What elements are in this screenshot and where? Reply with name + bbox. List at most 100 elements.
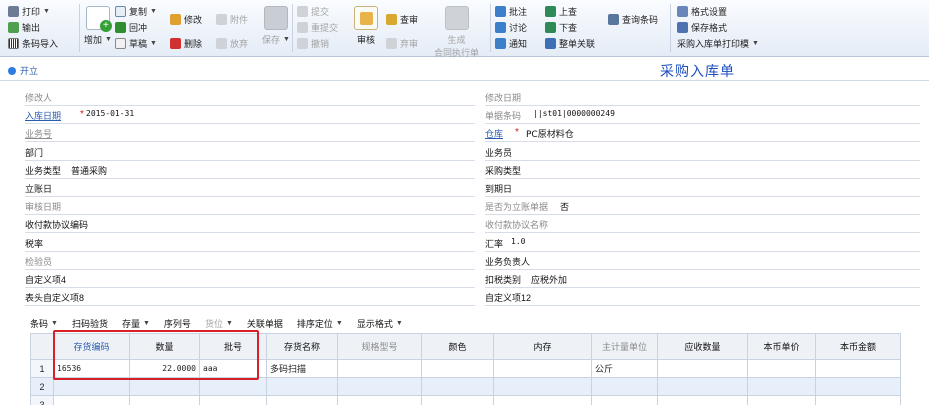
column-header-unit-price[interactable]: 本币单价 xyxy=(747,333,816,360)
grid-serial-button[interactable]: 序列号 xyxy=(164,317,191,330)
field-account-date[interactable]: 立账日 xyxy=(25,179,475,197)
field-payment-agreement-code[interactable]: 收付款协议编码 xyxy=(25,215,475,233)
attachment-button[interactable]: 附件 xyxy=(216,13,248,25)
cell-color[interactable] xyxy=(421,395,494,405)
column-header-item-name[interactable]: 存货名称 xyxy=(266,333,338,360)
print-template-select[interactable]: 采购入库单打印模 ▼ xyxy=(677,37,759,49)
verify-button[interactable]: 查审 xyxy=(386,13,418,25)
next-search-button[interactable]: 下查 xyxy=(545,21,577,33)
cell-unit[interactable] xyxy=(591,377,658,396)
column-header-due-qty[interactable]: 应收数量 xyxy=(657,333,748,360)
grid-barcode-button[interactable]: 条码 ▼ xyxy=(30,317,58,330)
copy-button[interactable]: 复制 ▼ xyxy=(115,5,157,17)
abandon-button[interactable]: 放弃 xyxy=(216,37,248,49)
cell-memory[interactable] xyxy=(493,359,592,378)
cell-amount[interactable] xyxy=(815,377,901,396)
field-custom-item4[interactable]: 自定义项4 xyxy=(25,270,475,288)
cell-spec[interactable] xyxy=(337,359,422,378)
modify-button[interactable]: 修改 xyxy=(170,13,202,25)
field-department[interactable]: 部门 xyxy=(25,143,475,161)
cell-batch[interactable] xyxy=(199,395,267,405)
discuss-button[interactable]: 讨论 xyxy=(495,21,527,33)
cell-due-qty[interactable] xyxy=(657,377,748,396)
cell-spec[interactable] xyxy=(337,395,422,405)
cell-batch[interactable] xyxy=(199,377,267,396)
cell-quantity[interactable] xyxy=(129,377,200,396)
exchange-rate-value[interactable]: 1.0 xyxy=(511,237,525,246)
table-row[interactable]: 3 xyxy=(30,395,901,405)
field-business-no[interactable]: 业务号 xyxy=(25,124,475,142)
column-header-memory[interactable]: 内存 xyxy=(493,333,592,360)
cell-due-qty[interactable] xyxy=(657,359,748,378)
cell-item-code[interactable] xyxy=(53,395,130,405)
cell-color[interactable] xyxy=(421,377,494,396)
whole-link-button[interactable]: 整单关联 xyxy=(545,37,595,49)
cell-amount[interactable] xyxy=(815,395,901,405)
grid-location-button[interactable]: 货位 ▼ xyxy=(205,317,233,330)
reverse-button[interactable]: 回冲 xyxy=(115,21,147,33)
grid-display-format-button[interactable]: 显示格式 ▼ xyxy=(357,317,403,330)
annotate-button[interactable]: 批注 xyxy=(495,5,527,17)
cell-due-qty[interactable] xyxy=(657,395,748,405)
field-tax-category[interactable]: 扣税类别 应税外加 xyxy=(485,270,920,288)
cell-unit[interactable]: 公斤 xyxy=(591,359,658,378)
save-button[interactable]: 保存 ▼ xyxy=(262,6,290,46)
field-purchase-type[interactable]: 采购类型 xyxy=(485,161,920,179)
grid-sort-locate-button[interactable]: 排序定位 ▼ xyxy=(297,317,343,330)
audit-button[interactable]: 审核 xyxy=(354,6,378,46)
withdraw-button[interactable]: 撤销 xyxy=(297,37,329,49)
doc-barcode-value[interactable]: ||st01|0000000249 xyxy=(533,109,615,118)
cell-memory[interactable] xyxy=(493,395,592,405)
cell-unit-price[interactable] xyxy=(747,395,816,405)
field-doc-barcode[interactable]: 单据条码 ||st01|0000000249 xyxy=(485,106,920,124)
grid-stock-button[interactable]: 存量 ▼ xyxy=(122,317,150,330)
barcode-import-button[interactable]: 条码导入 xyxy=(8,37,58,49)
export-button[interactable]: 输出 xyxy=(8,21,40,33)
submit-button[interactable]: 提交 xyxy=(297,5,329,17)
cell-spec[interactable] xyxy=(337,377,422,396)
business-type-value[interactable]: 普通采购 xyxy=(71,164,107,177)
print-button[interactable]: 打印 ▼ xyxy=(8,5,50,17)
field-due-date[interactable]: 到期日 xyxy=(485,179,920,197)
field-exchange-rate[interactable]: 汇率 1.0 xyxy=(485,234,920,252)
column-header-color[interactable]: 颜色 xyxy=(421,333,494,360)
field-salesman[interactable]: 业务员 xyxy=(485,143,920,161)
in-date-label[interactable]: 入库日期 xyxy=(25,109,61,122)
cell-unit-price[interactable] xyxy=(747,359,816,378)
column-header-spec[interactable]: 规格型号 xyxy=(337,333,422,360)
format-settings-button[interactable]: 格式设置 xyxy=(677,5,727,17)
cell-unit[interactable] xyxy=(591,395,658,405)
notify-button[interactable]: 通知 xyxy=(495,37,527,49)
field-in-date[interactable]: 入库日期 * 2015-01-31 xyxy=(25,106,475,124)
field-header-custom8[interactable]: 表头自定义项8 xyxy=(25,288,475,306)
field-business-owner[interactable]: 业务负责人 xyxy=(485,252,920,270)
field-warehouse[interactable]: 仓库 * PC原材料仓 xyxy=(485,124,920,142)
cell-quantity[interactable] xyxy=(129,395,200,405)
prev-search-button[interactable]: 上查 xyxy=(545,5,577,17)
warehouse-value[interactable]: PC原材料仓 xyxy=(526,127,574,140)
open-status-link[interactable]: 开立 xyxy=(8,64,38,77)
draft-button[interactable]: 草稿 ▼ xyxy=(115,37,157,49)
field-tax-rate[interactable]: 税率 xyxy=(25,234,475,252)
field-business-type[interactable]: 业务类型 普通采购 xyxy=(25,161,475,179)
column-header-unit[interactable]: 主计量单位 xyxy=(591,333,658,360)
cell-amount[interactable] xyxy=(815,359,901,378)
table-row[interactable]: 2 xyxy=(30,377,901,396)
cell-unit-price[interactable] xyxy=(747,377,816,396)
discard-audit-button[interactable]: 弃审 xyxy=(386,37,418,49)
in-date-value[interactable]: 2015-01-31 xyxy=(86,109,134,118)
add-button[interactable]: + 增加 ▼ xyxy=(84,6,112,46)
cell-item-name[interactable]: 多码扫描 xyxy=(266,359,338,378)
column-header-amount[interactable]: 本币金额 xyxy=(815,333,901,360)
save-format-button[interactable]: 保存格式 xyxy=(677,21,727,33)
field-custom-item12[interactable]: 自定义项12 xyxy=(485,288,920,306)
tax-category-value[interactable]: 应税外加 xyxy=(531,273,567,286)
cell-memory[interactable] xyxy=(493,377,592,396)
query-barcode-button[interactable]: 查询条码 xyxy=(608,13,658,25)
generate-contract-button[interactable]: 生成 合同执行单 xyxy=(434,6,479,59)
grid-related-docs-button[interactable]: 关联单据 xyxy=(247,317,283,330)
cell-item-name[interactable] xyxy=(266,377,338,396)
cell-item-code[interactable] xyxy=(53,377,130,396)
warehouse-label[interactable]: 仓库 xyxy=(485,127,503,140)
grid-scan-check-button[interactable]: 扫码验货 xyxy=(72,317,108,330)
